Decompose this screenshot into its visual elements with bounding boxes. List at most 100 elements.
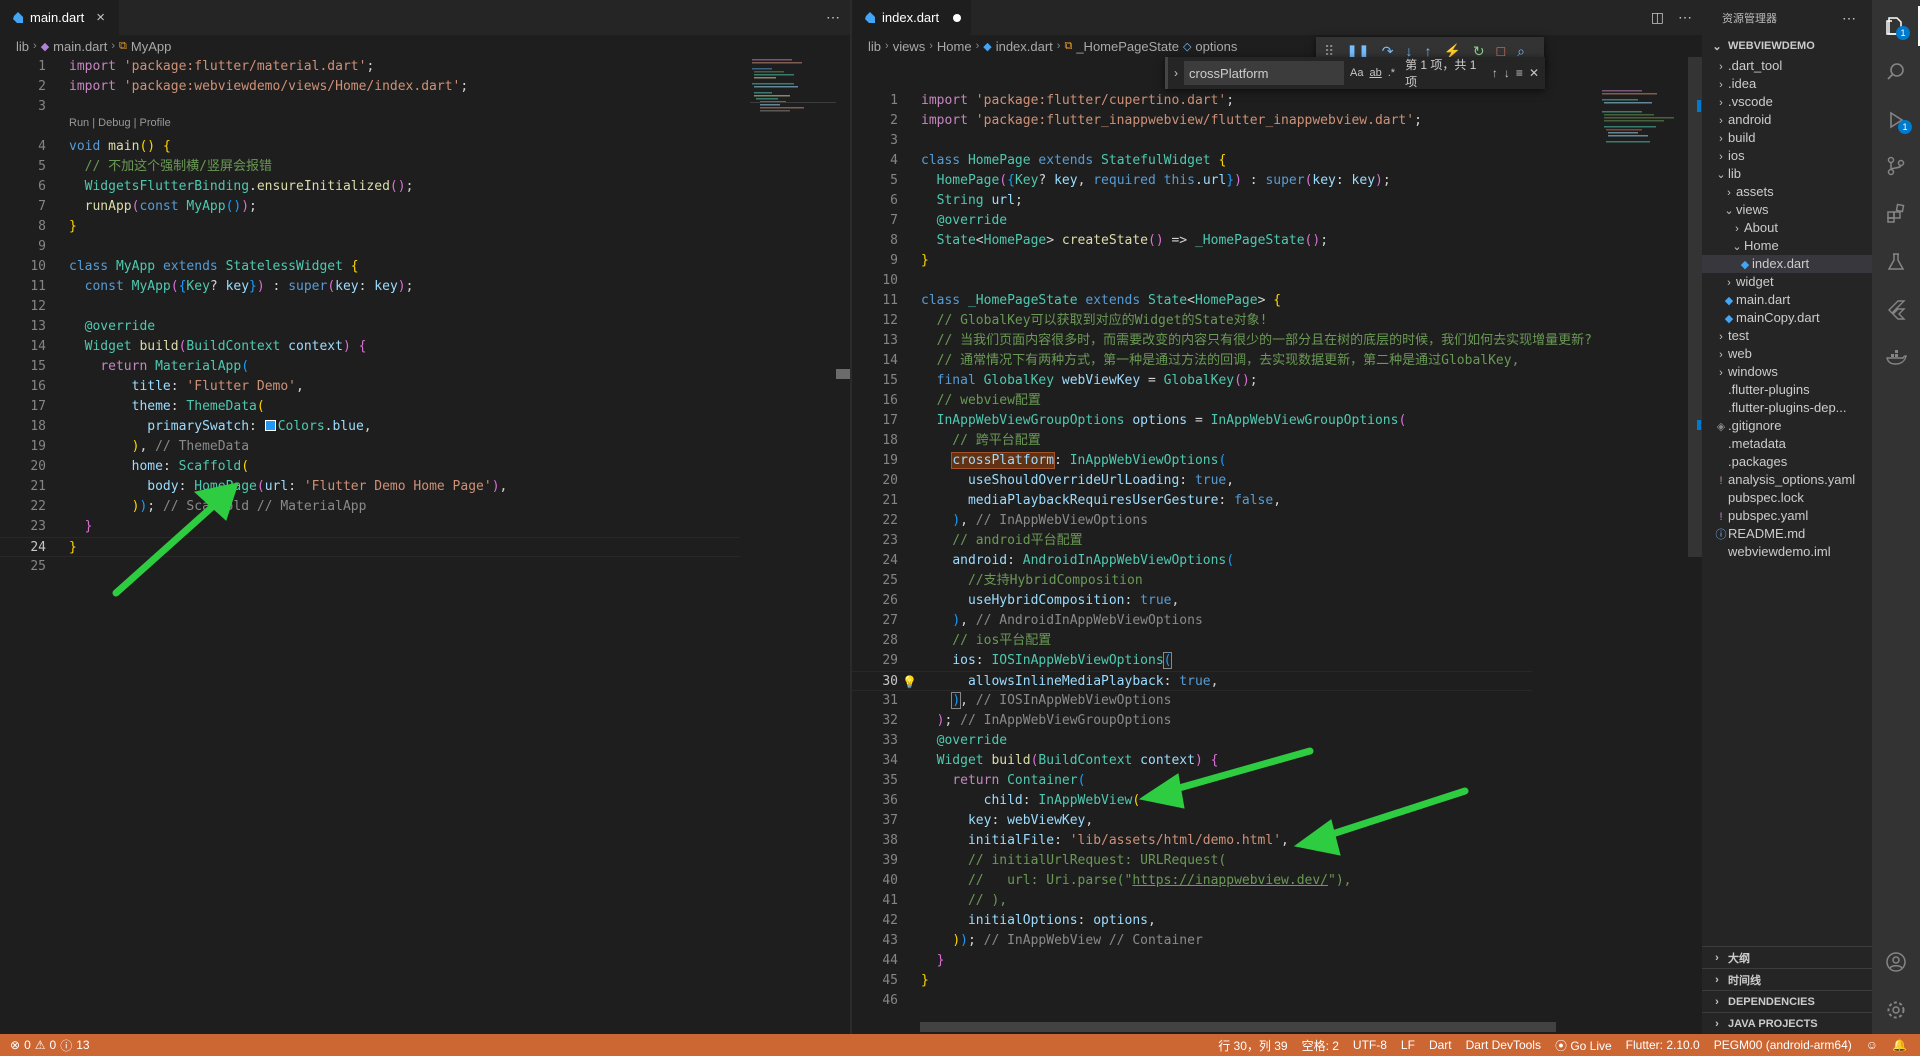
go-live[interactable]: ⦿ Go Live (1548, 1037, 1619, 1054)
line-number: 24 (852, 551, 898, 571)
more-actions-icon[interactable]: ⋯ (1842, 10, 1856, 27)
codelens[interactable]: Run | Debug | Profile (69, 117, 171, 129)
tree-item[interactable]: ›.vscode (1702, 93, 1872, 111)
find-input[interactable] (1184, 61, 1344, 85)
breadcrumb-item[interactable]: options (1195, 39, 1237, 54)
notifications-icon[interactable]: 🔔 (1885, 1038, 1914, 1052)
explorer-section[interactable]: ›大纲 (1702, 946, 1872, 968)
breadcrumb-item[interactable]: views (893, 39, 926, 54)
tree-item[interactable]: ›build (1702, 129, 1872, 147)
tree-item[interactable]: ›.idea (1702, 75, 1872, 93)
regex-toggle[interactable]: .* (1388, 67, 1395, 79)
minimap[interactable] (750, 57, 830, 117)
tree-item[interactable]: ⌄lib (1702, 165, 1872, 183)
tree-item[interactable]: .packages (1702, 453, 1872, 471)
next-match-icon[interactable]: ↓ (1504, 66, 1510, 80)
problems-indicator[interactable]: ⊗0 ⚠0 ⓘ13 (0, 1037, 90, 1054)
toggle-replace-chevron-icon[interactable]: › (1174, 66, 1178, 80)
lightbulb-icon[interactable]: 💡 (902, 672, 917, 692)
tree-item[interactable]: .flutter-plugins-dep... (1702, 399, 1872, 417)
line-number: 33 (852, 731, 898, 751)
testing-icon[interactable] (1872, 242, 1920, 282)
tree-item[interactable]: ⓘREADME.md (1702, 525, 1872, 543)
find-in-selection-icon[interactable]: ≡ (1516, 66, 1523, 80)
explorer-section[interactable]: ›DEPENDENCIES (1702, 990, 1872, 1012)
tree-item[interactable]: ◆main.dart (1702, 291, 1872, 309)
tree-item[interactable]: .flutter-plugins (1702, 381, 1872, 399)
tree-item[interactable]: ›.dart_tool (1702, 57, 1872, 75)
cursor-position[interactable]: 行 30，列 39 (1211, 1037, 1294, 1054)
explorer-section[interactable]: ›JAVA PROJECTS (1702, 1012, 1872, 1034)
docker-icon[interactable] (1872, 338, 1920, 378)
tree-item[interactable]: pubspec.lock (1702, 489, 1872, 507)
flutter-icon[interactable] (1872, 290, 1920, 330)
tree-item[interactable]: webviewdemo.iml (1702, 543, 1872, 561)
run-debug-icon[interactable]: 1 (1872, 100, 1920, 140)
device-selector[interactable]: PEGM00 (android-arm64) (1707, 1038, 1859, 1052)
unsaved-dot-icon[interactable] (953, 14, 961, 22)
dart-devtools[interactable]: Dart DevTools (1459, 1038, 1548, 1052)
tree-item[interactable]: !pubspec.yaml (1702, 507, 1872, 525)
encoding[interactable]: UTF-8 (1346, 1038, 1394, 1052)
class-symbol-icon: ⧉ (1064, 40, 1072, 53)
language-mode[interactable]: Dart (1422, 1038, 1459, 1052)
breadcrumb-item[interactable]: Home (937, 39, 972, 54)
horizontal-scrollbar[interactable] (920, 1022, 1556, 1032)
workspace-root[interactable]: ⌄ WEBVIEWDEMO (1702, 35, 1872, 57)
chevron-right-icon: › (1730, 220, 1744, 237)
match-case-toggle[interactable]: Aa (1350, 67, 1363, 79)
breadcrumb-item[interactable]: _HomePageState (1076, 39, 1179, 54)
tree-item[interactable]: ›windows (1702, 363, 1872, 381)
tree-item[interactable]: ◆mainCopy.dart (1702, 309, 1872, 327)
feedback-icon[interactable]: ☺ (1859, 1038, 1885, 1052)
tree-item[interactable]: ◆index.dart (1702, 255, 1872, 273)
search-icon[interactable] (1872, 52, 1920, 92)
breadcrumb-item[interactable]: index.dart (996, 39, 1053, 54)
tab-main-dart[interactable]: main.dart × (0, 0, 120, 35)
close-icon[interactable]: × (96, 9, 105, 26)
tree-item[interactable]: ◈.gitignore (1702, 417, 1872, 435)
tree-item[interactable]: ›About (1702, 219, 1872, 237)
tree-item[interactable]: ⌄views (1702, 201, 1872, 219)
line-number: 14 (0, 337, 46, 357)
yaml-file-icon: ! (1714, 508, 1728, 525)
source-control-icon[interactable] (1872, 146, 1920, 186)
tree-item[interactable]: ›widget (1702, 273, 1872, 291)
extensions-icon[interactable] (1872, 194, 1920, 234)
line-number: 43 (852, 931, 898, 951)
explorer-section[interactable]: ›时间线 (1702, 968, 1872, 990)
git-file-icon: ◈ (1714, 418, 1728, 435)
tree-item[interactable]: ›android (1702, 111, 1872, 129)
breadcrumb-item[interactable]: lib (16, 39, 29, 54)
tree-item[interactable]: ⌄Home (1702, 237, 1872, 255)
previous-match-icon[interactable]: ↑ (1492, 66, 1498, 80)
split-editor-icon[interactable]: ◫ (1651, 9, 1664, 26)
tree-item[interactable]: !analysis_options.yaml (1702, 471, 1872, 489)
explorer-icon[interactable]: 1 (1872, 6, 1920, 46)
tree-item[interactable]: .metadata (1702, 435, 1872, 453)
tree-item[interactable]: ›test (1702, 327, 1872, 345)
breadcrumb-item[interactable]: MyApp (131, 39, 171, 54)
breadcrumb-item[interactable]: lib (868, 39, 881, 54)
tree-item[interactable]: ›ios (1702, 147, 1872, 165)
color-swatch-icon[interactable] (265, 420, 276, 431)
explorer-sections: ›大纲›时间线›DEPENDENCIES›JAVA PROJECTS (1702, 946, 1872, 1034)
yaml-file-icon: ! (1714, 472, 1728, 489)
scrollbar-thumb[interactable] (836, 369, 850, 379)
minimap[interactable] (1600, 88, 1680, 148)
tree-item[interactable]: ›assets (1702, 183, 1872, 201)
flutter-version[interactable]: Flutter: 2.10.0 (1619, 1038, 1707, 1052)
breadcrumb-item[interactable]: main.dart (53, 39, 107, 54)
tree-item[interactable]: ›web (1702, 345, 1872, 363)
tree-item-label: ios (1728, 148, 1745, 163)
close-find-icon[interactable]: ✕ (1529, 66, 1539, 80)
end-of-line[interactable]: LF (1394, 1038, 1422, 1052)
more-actions-icon[interactable]: ⋯ (826, 9, 840, 26)
tab-index-dart[interactable]: index.dart (852, 0, 972, 35)
match-whole-word-toggle[interactable]: ab (1369, 67, 1381, 79)
gear-icon[interactable] (1872, 990, 1920, 1030)
more-actions-icon[interactable]: ⋯ (1678, 9, 1692, 26)
scrollbar-track[interactable] (1688, 57, 1702, 557)
account-icon[interactable] (1872, 942, 1920, 982)
indentation[interactable]: 空格: 2 (1295, 1037, 1346, 1054)
